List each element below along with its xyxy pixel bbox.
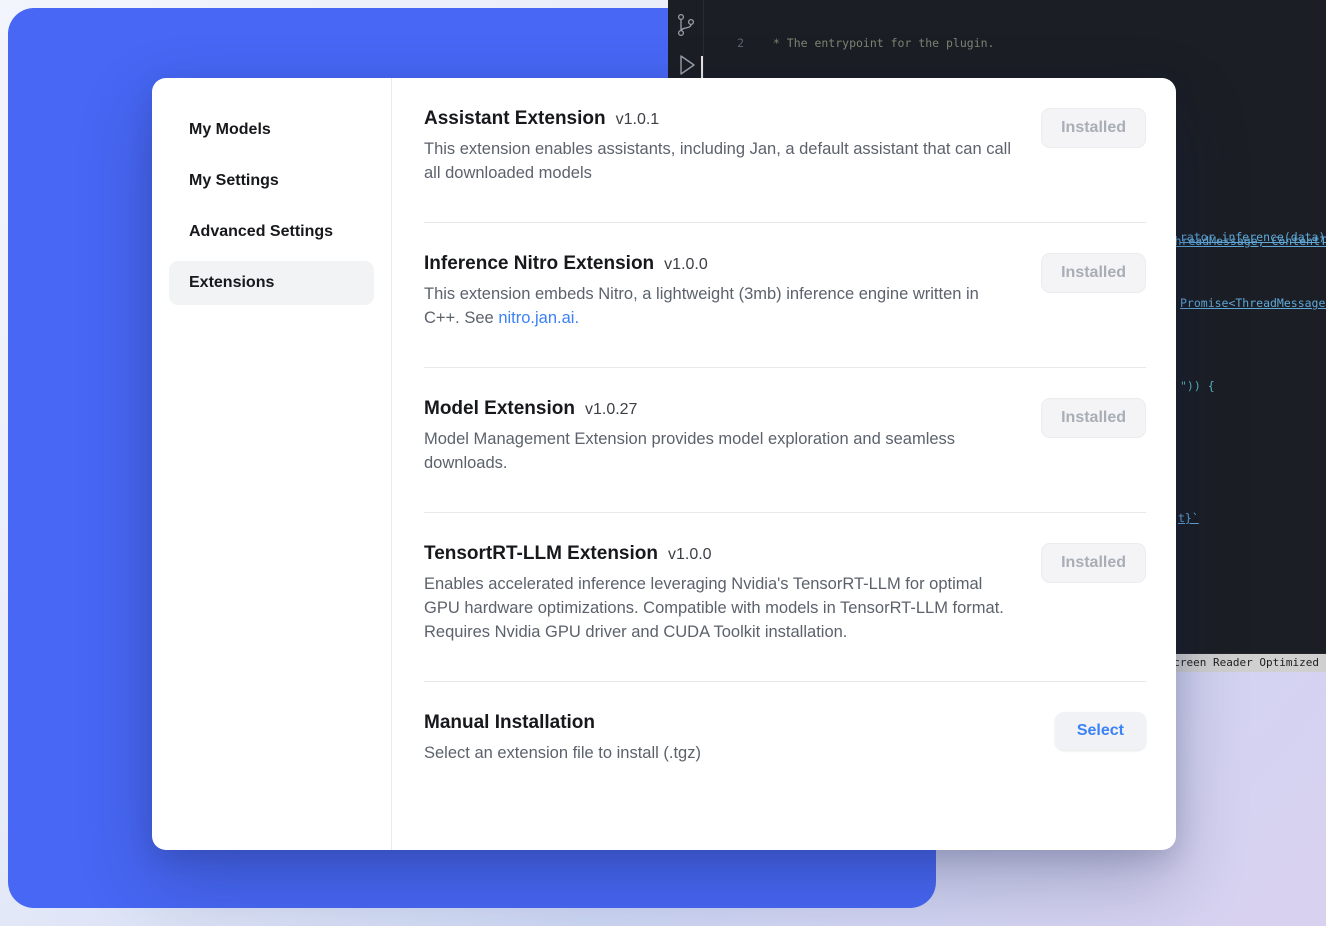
extension-version: v1.0.27	[585, 401, 637, 419]
code-text: * The entrypoint for the plugin.	[766, 35, 994, 52]
extension-row: Inference Nitro Extension v1.0.0 This ex…	[424, 222, 1146, 367]
extension-title: Inference Nitro Extension	[424, 253, 654, 275]
extension-description: This extension embeds Nitro, a lightweig…	[424, 282, 1014, 330]
screen-reader-chip: Screen Reader Optimized	[1160, 654, 1326, 672]
code-fragment: t}`	[1178, 511, 1199, 525]
installed-button[interactable]: Installed	[1041, 108, 1146, 148]
settings-modal: My Models My Settings Advanced Settings …	[152, 78, 1176, 850]
installed-button[interactable]: Installed	[1041, 398, 1146, 438]
manual-installation-description: Select an extension file to install (.tg…	[424, 741, 701, 765]
manual-installation-title: Manual Installation	[424, 712, 595, 734]
sidebar-item-label: My Models	[189, 121, 271, 139]
extension-description: Model Management Extension provides mode…	[424, 427, 1014, 475]
extension-row: TensortRT-LLM Extension v1.0.0 Enables a…	[424, 512, 1146, 681]
extensions-panel: Assistant Extension v1.0.1 This extensio…	[392, 78, 1176, 850]
code-fragment: rator.inference(data));	[1180, 230, 1326, 244]
installed-button[interactable]: Installed	[1041, 543, 1146, 583]
extension-row: Assistant Extension v1.0.1 This extensio…	[424, 78, 1146, 222]
extension-version: v1.0.1	[616, 111, 660, 129]
code-fragment: Promise<ThreadMessage>	[1180, 296, 1326, 310]
extension-title: TensortRT-LLM Extension	[424, 543, 658, 565]
nitro-jan-ai-link[interactable]: nitro.jan.ai.	[498, 309, 579, 327]
extension-description: Enables accelerated inference leveraging…	[424, 572, 1014, 644]
git-branch-icon	[676, 12, 696, 42]
sidebar-item-extensions[interactable]: Extensions	[169, 261, 374, 305]
code-fragment: ")) {	[1180, 379, 1215, 393]
installed-button[interactable]: Installed	[1041, 253, 1146, 293]
manual-installation-row: Manual Installation Select an extension …	[424, 681, 1146, 802]
sidebar-item-label: Extensions	[189, 274, 274, 292]
extension-row: Model Extension v1.0.27 Model Management…	[424, 367, 1146, 512]
line-number: 2	[724, 35, 744, 52]
sidebar-item-label: Advanced Settings	[189, 223, 333, 241]
select-button[interactable]: Select	[1055, 712, 1146, 750]
extension-title: Model Extension	[424, 398, 575, 420]
sidebar-item-label: My Settings	[189, 172, 279, 190]
extension-version: v1.0.0	[668, 546, 712, 564]
code-line: 2 * The entrypoint for the plugin.	[724, 35, 1326, 52]
extension-version: v1.0.0	[664, 256, 708, 274]
sidebar-item-my-models[interactable]: My Models	[169, 108, 374, 152]
extension-description: This extension enables assistants, inclu…	[424, 137, 1014, 185]
sidebar-item-my-settings[interactable]: My Settings	[169, 159, 374, 203]
extension-title: Assistant Extension	[424, 108, 606, 130]
settings-sidebar: My Models My Settings Advanced Settings …	[152, 78, 392, 850]
sidebar-item-advanced-settings[interactable]: Advanced Settings	[169, 210, 374, 254]
